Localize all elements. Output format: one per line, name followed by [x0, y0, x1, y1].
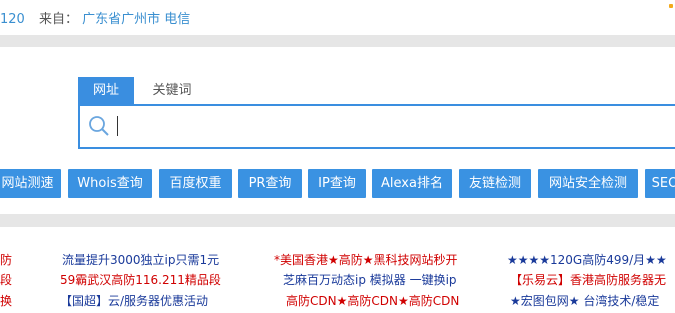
tab-keyword[interactable]: 关键词: [142, 77, 202, 104]
ad-link[interactable]: 流量提升3000独立ip只需1元: [62, 251, 219, 268]
tool-button-speed-test[interactable]: 网站测速: [0, 169, 61, 198]
ad-links: 防 段 换 流量提升3000独立ip只需1元 59霸武汉高防116.211精品段…: [0, 227, 675, 313]
ad-link[interactable]: 换: [0, 292, 12, 309]
tool-button-ip[interactable]: IP查询: [308, 169, 366, 198]
ad-link[interactable]: 【乐易云】香港高防服务器无: [510, 271, 666, 288]
tab-url[interactable]: 网址: [78, 77, 134, 104]
ad-link[interactable]: 【国超】云/服务器优惠活动: [60, 292, 208, 309]
tool-button-security-check[interactable]: 网站安全检测: [538, 169, 638, 198]
ad-link[interactable]: 芝麻百万动态ip 模拟器 一键换ip: [283, 271, 457, 288]
search-icon: [89, 116, 109, 136]
tool-button-whois[interactable]: Whois查询: [68, 169, 152, 198]
search-box[interactable]: [78, 104, 675, 149]
tool-button-alexa[interactable]: Alexa排名: [372, 169, 452, 198]
ad-link[interactable]: ★★★★120G高防499/月★★: [507, 251, 667, 268]
tool-button-seo[interactable]: SEO: [645, 169, 675, 198]
divider-band: [0, 35, 675, 47]
tool-button-pr[interactable]: PR查询: [238, 169, 302, 198]
search-input[interactable]: [116, 112, 656, 140]
tool-button-link-check[interactable]: 友链检测: [459, 169, 531, 198]
ad-link[interactable]: ★宏图包网★ 台湾技术/稳定: [510, 292, 659, 309]
ip-info-bar: 120 来自： 广东省广州市 电信: [0, 0, 675, 34]
ad-link[interactable]: *美国香港★高防★黑科技网站秒开: [274, 251, 458, 268]
ip-info-text: 120 来自： 广东省广州市 电信: [0, 8, 190, 27]
search-panel: 网址 关键词 网站测速 Whois查询 百度权重 PR查询 IP查询 Alexa…: [0, 47, 675, 214]
text-cursor: [117, 116, 118, 136]
ip-location: 广东省广州市 电信: [82, 12, 191, 27]
ad-link[interactable]: 段: [0, 271, 12, 288]
corner-mark-icon: [669, 4, 673, 8]
ad-link[interactable]: 高防CDN★高防CDN★高防CDN: [286, 292, 459, 309]
ad-link[interactable]: 59霸武汉高防116.211精品段: [60, 271, 221, 288]
ad-link[interactable]: 防: [0, 251, 12, 268]
from-label: 来自：: [38, 12, 78, 27]
tool-button-baidu-weight[interactable]: 百度权重: [159, 169, 232, 198]
divider-band: [0, 214, 675, 227]
ip-fragment: 120: [0, 12, 25, 27]
